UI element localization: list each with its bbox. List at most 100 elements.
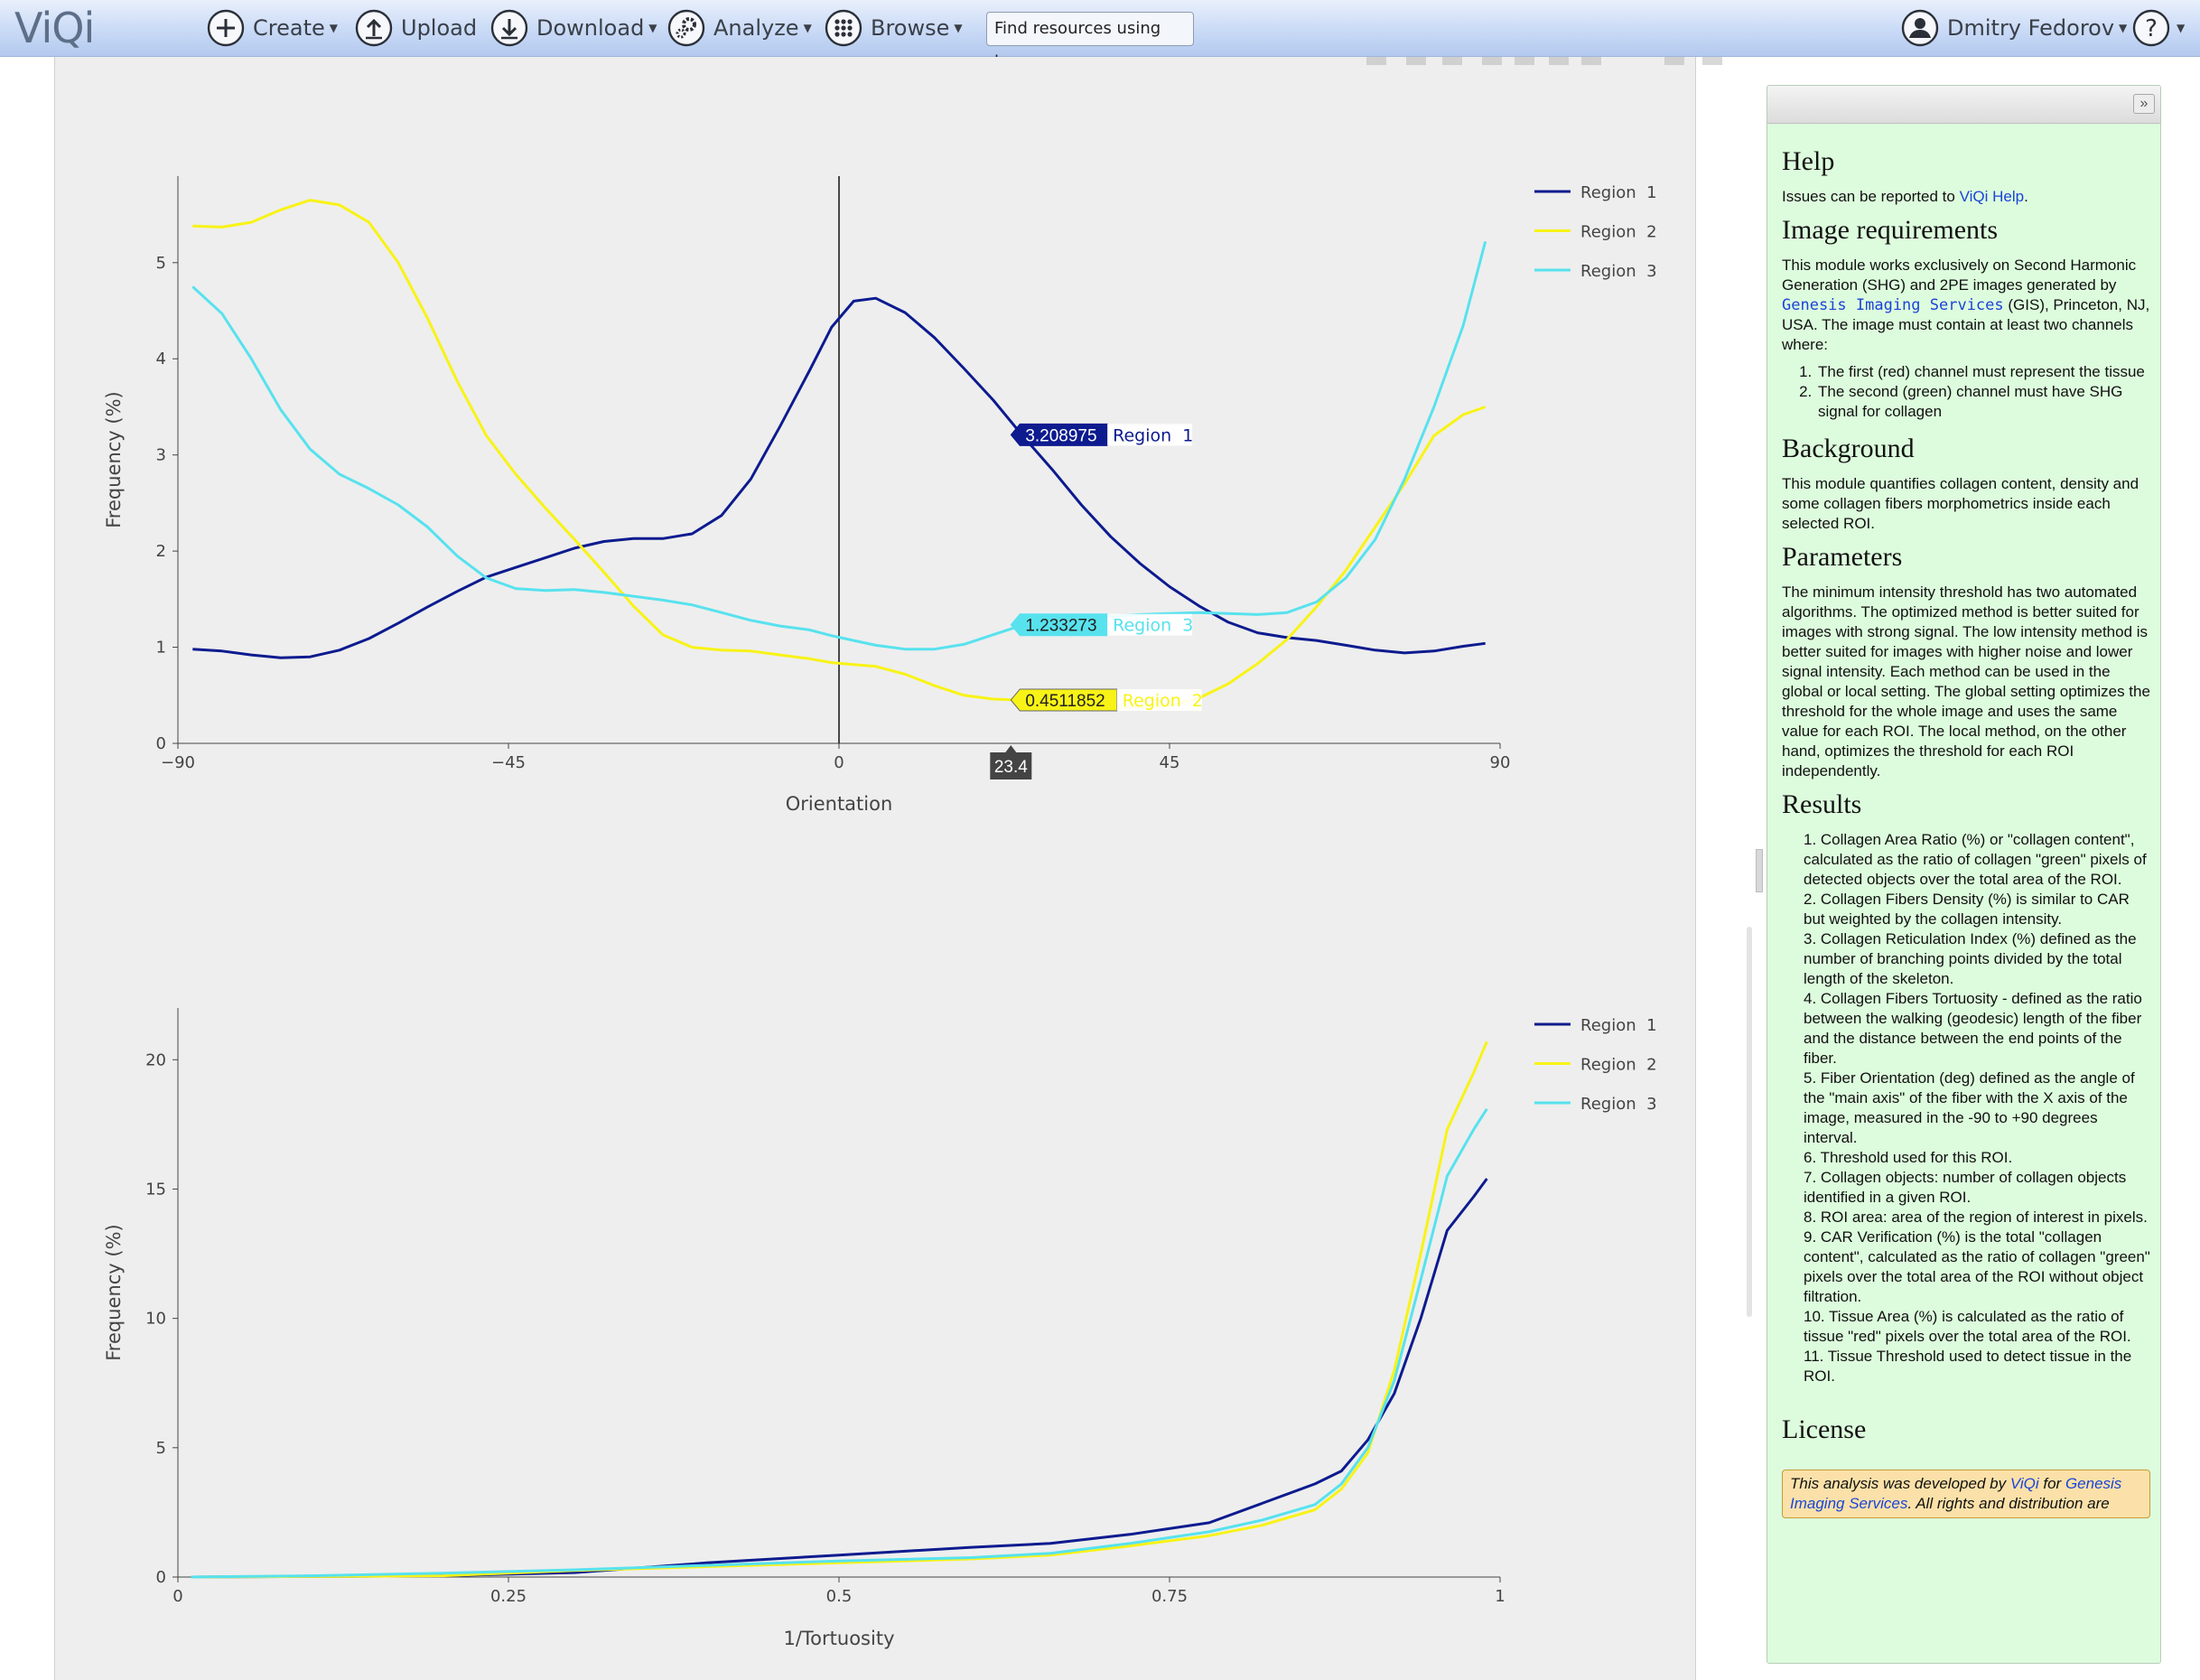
hover-value: 3.208975 bbox=[1025, 426, 1096, 445]
list-item: 7. Collagen objects: number of collagen … bbox=[1804, 1169, 2127, 1206]
requirements-text: This module works exclusively on Second … bbox=[1782, 257, 2150, 353]
download-label: Download bbox=[536, 15, 645, 41]
chevron-down-icon: ▼ bbox=[2177, 22, 2186, 34]
legend-label: Region 3 bbox=[1580, 1095, 1657, 1114]
user-avatar-icon bbox=[1901, 9, 1939, 47]
y-tick-label: 10 bbox=[145, 1310, 166, 1329]
help-panel-header: » bbox=[1767, 86, 2160, 124]
hover-x-arrow bbox=[1005, 745, 1017, 752]
x-axis-label: 1/Tortuosity bbox=[783, 1628, 894, 1649]
plus-circle-icon bbox=[207, 9, 245, 47]
hover-name: Region 1 bbox=[1113, 425, 1193, 445]
list-item: 1. Collagen Area Ratio (%) or "collagen … bbox=[1804, 831, 2147, 888]
list-item: 6. Threshold used for this ROI. bbox=[1804, 1149, 2013, 1166]
legend-item-region-2[interactable]: Region 2 bbox=[1534, 1056, 1657, 1075]
viqi-logo[interactable]: ViQi bbox=[14, 2, 95, 54]
user-name: Dmitry Fedorov bbox=[1947, 15, 2115, 41]
help-menu[interactable]: ? ▼ bbox=[2131, 8, 2185, 48]
legend-item-region-3[interactable]: Region 3 bbox=[1534, 1095, 1657, 1114]
y-axis-label: Frequency (%) bbox=[103, 391, 125, 528]
upload-icon bbox=[355, 9, 393, 47]
tag-search-input[interactable]: Find resources using tags bbox=[986, 12, 1194, 70]
download-menu[interactable]: Download ▼ bbox=[489, 8, 657, 48]
reset-axes-icon[interactable] bbox=[1702, 57, 1722, 65]
y-tick-label: 4 bbox=[156, 350, 166, 369]
y-tick-label: 0 bbox=[156, 1568, 166, 1587]
analyze-menu[interactable]: Analyze ▼ bbox=[667, 8, 812, 48]
x-tick-label: 0.25 bbox=[490, 1587, 527, 1606]
analyze-label: Analyze bbox=[713, 15, 799, 41]
hover-label-region-2: 0.4511852 Region 2 bbox=[1010, 688, 1203, 712]
legend-item-region-2[interactable]: Region 2 bbox=[1534, 223, 1657, 242]
requirements-heading: Image requirements bbox=[1782, 215, 1999, 245]
hover-x-label: 23.4 bbox=[990, 745, 1032, 779]
chart-1: −90 −45 0 45 90012345OrientationFrequency (%… bbox=[103, 176, 1657, 815]
user-menu[interactable]: Dmitry Fedorov ▼ bbox=[1900, 8, 2127, 48]
legend-label: Region 2 bbox=[1580, 223, 1657, 242]
y-tick-label: 1 bbox=[156, 639, 166, 658]
svg-text:?: ? bbox=[2145, 15, 2158, 42]
license-heading: License bbox=[1782, 1414, 1867, 1444]
license-notice: This analysis was developed by ViQi for … bbox=[1782, 1470, 2150, 1518]
upload-button[interactable]: Upload bbox=[354, 8, 477, 48]
download-icon bbox=[490, 9, 528, 47]
x-tick-label: 90 bbox=[1490, 753, 1511, 772]
collapse-panel-button[interactable]: » bbox=[2133, 94, 2155, 114]
chart-2: 0 0.25 0.5 0.75 1051015201/TortuosityFrequen… bbox=[103, 1008, 1657, 1649]
chevron-down-icon: ▼ bbox=[329, 22, 338, 34]
chevron-down-icon: ▼ bbox=[648, 22, 657, 34]
x-axis-label: Orientation bbox=[786, 793, 893, 815]
y-tick-label: 20 bbox=[145, 1050, 166, 1069]
hover-x-value: 23.4 bbox=[994, 758, 1028, 777]
hover-value: 1.233273 bbox=[1025, 617, 1096, 636]
list-item: 5. Fiber Orientation (deg) defined as th… bbox=[1804, 1069, 2135, 1146]
help-content: Help Issues can be reported to ViQi Help… bbox=[1782, 138, 2150, 1518]
vertical-scrollbar[interactable] bbox=[1747, 927, 1752, 1317]
x-tick-label: 0 bbox=[834, 753, 844, 772]
help-circle-icon: ? bbox=[2132, 9, 2170, 47]
list-item: 11. Tissue Threshold used to detect tiss… bbox=[1804, 1348, 2132, 1385]
help-heading: Help bbox=[1782, 146, 1835, 176]
y-axis-label: Frequency (%) bbox=[103, 1224, 125, 1361]
hover-label-region-1: 3.208975 Region 1 bbox=[1010, 423, 1193, 446]
legend-label: Region 2 bbox=[1580, 1056, 1657, 1075]
hover-name: Region 2 bbox=[1123, 691, 1203, 711]
x-tick-label: −45 bbox=[491, 753, 526, 772]
results-heading: Results bbox=[1782, 789, 1862, 819]
y-tick-label: 0 bbox=[156, 734, 166, 753]
upload-label: Upload bbox=[401, 15, 478, 41]
list-item: The first (red) channel must represent t… bbox=[1816, 362, 2150, 382]
panel-splitter-handle[interactable] bbox=[1756, 849, 1763, 892]
create-label: Create bbox=[253, 15, 325, 41]
list-item: 3. Collagen Reticulation Index (%) defin… bbox=[1804, 930, 2137, 987]
x-tick-label: 0.5 bbox=[826, 1587, 853, 1606]
browse-menu[interactable]: Browse ▼ bbox=[824, 8, 963, 48]
create-menu[interactable]: Create ▼ bbox=[206, 8, 338, 48]
hover-value: 0.4511852 bbox=[1025, 692, 1105, 711]
list-item: 10. Tissue Area (%) is calculated as the… bbox=[1804, 1308, 2131, 1345]
background-heading: Background bbox=[1782, 434, 1915, 463]
parameters-text: The minimum intensity threshold has two … bbox=[1782, 583, 2150, 779]
viqi-link[interactable]: ViQi bbox=[2010, 1475, 2039, 1492]
help-panel: » Help Issues can be reported to ViQi He… bbox=[1767, 85, 2161, 1664]
requirements-list: The first (red) channel must represent t… bbox=[1816, 362, 2150, 422]
chevron-down-icon: ▼ bbox=[954, 22, 963, 34]
x-tick-label: 1 bbox=[1495, 1587, 1505, 1606]
background-text: This module quantifies collagen content,… bbox=[1782, 475, 2139, 532]
parameters-heading: Parameters bbox=[1782, 542, 1903, 572]
list-item: 4. Collagen Fibers Tortuosity - defined … bbox=[1804, 990, 2142, 1067]
charts-canvas[interactable]: −90 −45 0 45 90012345OrientationFrequency (%… bbox=[55, 57, 1697, 1680]
hover-label-region-3: 1.233273 Region 3 bbox=[1010, 613, 1193, 637]
genesis-imaging-link[interactable]: Genesis Imaging Services bbox=[1782, 296, 2004, 314]
legend-item-region-3[interactable]: Region 3 bbox=[1534, 262, 1657, 281]
legend-item-region-1[interactable]: Region 1 bbox=[1534, 1016, 1657, 1035]
top-navbar: ViQi Create ▼ Upload Download ▼ Analyze ▼ B… bbox=[0, 0, 2200, 70]
chevron-down-icon: ▼ bbox=[803, 22, 812, 34]
viqi-help-link[interactable]: ViQi Help bbox=[1960, 188, 2025, 205]
help-text: Issues can be reported to ViQi Help. bbox=[1782, 188, 2028, 205]
legend-label: Region 1 bbox=[1580, 183, 1657, 202]
x-tick-label: −90 bbox=[161, 753, 195, 772]
results-list: 1. Collagen Area Ratio (%) or "collagen … bbox=[1802, 830, 2150, 1386]
legend-item-region-1[interactable]: Region 1 bbox=[1534, 183, 1657, 202]
grid-icon bbox=[825, 9, 862, 47]
